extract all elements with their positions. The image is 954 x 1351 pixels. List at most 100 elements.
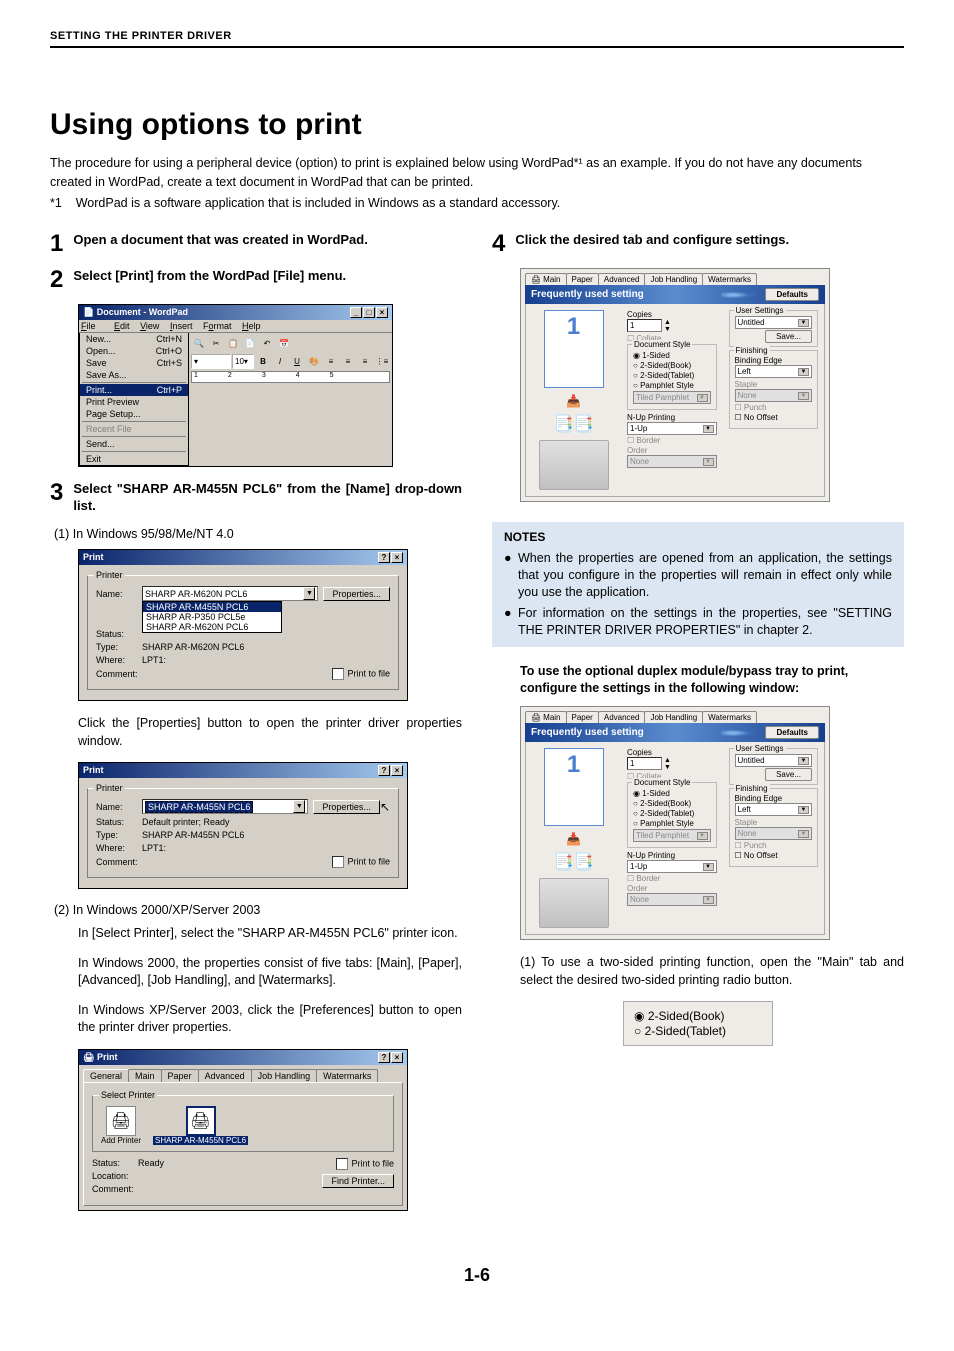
print-to-file-checkbox[interactable]: Print to file	[332, 668, 390, 680]
menu-help[interactable]: Help	[242, 321, 261, 331]
menu-edit[interactable]: Edit	[114, 321, 130, 331]
chevron-down-icon[interactable]: ▼	[703, 425, 714, 433]
tab-general[interactable]: General	[83, 1069, 129, 1082]
file-menu-dropdown[interactable]: New...Ctrl+N Open...Ctrl+O SaveCtrl+S Sa…	[79, 333, 189, 466]
help-icon[interactable]: ?	[378, 552, 390, 563]
printer-option[interactable]: SHARP AR-M455N PCL6	[143, 602, 281, 612]
nooffset-checkbox[interactable]: No Offset	[735, 413, 813, 422]
add-printer-icon[interactable]: 🖨	[106, 1106, 136, 1136]
radio-2sided-book[interactable]: 2-Sided(Book)	[633, 361, 711, 370]
radio-tablet[interactable]: 2-Sided(Tablet)	[634, 1024, 762, 1038]
italic-icon[interactable]: I	[272, 353, 288, 369]
props-tabs[interactable]: 🖨Main Paper Advanced Job Handling Waterm…	[525, 273, 825, 285]
bold-icon[interactable]: B	[255, 353, 271, 369]
tab-watermarks[interactable]: Watermarks	[702, 273, 757, 285]
menu-save[interactable]: SaveCtrl+S	[80, 357, 188, 369]
tab-advanced[interactable]: Advanced	[598, 273, 646, 285]
menu-preview[interactable]: Print Preview	[80, 396, 188, 408]
menu-format[interactable]: Format	[203, 321, 232, 331]
tab-jobhandling[interactable]: Job Handling	[644, 273, 703, 285]
radio-2sided-book[interactable]: 2-Sided(Book)	[633, 799, 711, 808]
printxp-tabs[interactable]: General Main Paper Advanced Job Handling…	[79, 1065, 407, 1082]
menu-print[interactable]: Print...Ctrl+P	[80, 384, 188, 396]
menu-open[interactable]: Open...Ctrl+O	[80, 345, 188, 357]
menu-file[interactable]: File	[81, 321, 104, 331]
tab-main[interactable]: 🖨Main	[525, 273, 567, 285]
spin-down-icon[interactable]: ▼	[664, 326, 671, 333]
properties-button[interactable]: Properties...	[323, 587, 390, 601]
chevron-down-icon[interactable]: ▼	[798, 319, 809, 327]
print-to-file-checkbox[interactable]: Print to file	[322, 1158, 394, 1170]
chevron-down-icon[interactable]: ▼	[293, 800, 305, 813]
spin-up-icon[interactable]: ▲	[664, 319, 671, 326]
spin-up-icon[interactable]: ▲	[664, 757, 671, 764]
printer-dropdown[interactable]: SHARP AR-M455N PCL6 SHARP AR-P350 PCL5e …	[142, 601, 282, 633]
tab-paper[interactable]: Paper	[566, 711, 599, 723]
radio-book[interactable]: 2-Sided(Book)	[634, 1009, 762, 1023]
menu-new[interactable]: New...Ctrl+N	[80, 333, 188, 345]
properties-button[interactable]: Properties...	[313, 800, 380, 814]
defaults-button[interactable]: Defaults	[765, 288, 819, 301]
tab-paper[interactable]: Paper	[161, 1069, 199, 1082]
copy-icon[interactable]: 📋	[225, 335, 241, 351]
window-buttons[interactable]: _□×	[349, 307, 388, 318]
radio-1sided[interactable]: 1-Sided	[633, 351, 711, 360]
radio-pamphlet[interactable]: Pamphlet Style	[633, 819, 711, 828]
save-button[interactable]: Save...	[765, 768, 812, 781]
nooffset-checkbox[interactable]: No Offset	[735, 851, 813, 860]
menu-exit[interactable]: Exit	[80, 453, 188, 465]
tab-main[interactable]: 🖨Main	[525, 711, 567, 723]
printer-name-combo[interactable]: SHARP AR-M620N PCL6▼ SHARP AR-M455N PCL6…	[142, 586, 318, 601]
tab-jobhandling[interactable]: Job Handling	[251, 1069, 318, 1082]
binding-combo[interactable]: Left▼	[735, 803, 813, 816]
close-icon[interactable]: ×	[391, 552, 403, 563]
props-tabs[interactable]: 🖨Main Paper Advanced Job Handling Waterm…	[525, 711, 825, 723]
align-right-icon[interactable]: ≡	[357, 353, 373, 369]
defaults-button[interactable]: Defaults	[765, 726, 819, 739]
nup-combo[interactable]: 1-Up▼	[627, 422, 717, 435]
tab-main[interactable]: Main	[128, 1069, 162, 1082]
printer-option[interactable]: SHARP AR-P350 PCL5e	[143, 612, 281, 622]
tab-watermarks[interactable]: Watermarks	[316, 1069, 378, 1082]
copies-spinner[interactable]: 1	[627, 757, 662, 770]
menu-view[interactable]: View	[140, 321, 159, 331]
minimize-icon[interactable]: _	[350, 307, 362, 318]
font-combo[interactable]: ▾	[191, 354, 231, 369]
radio-1sided[interactable]: 1-Sided	[633, 789, 711, 798]
find-printer-button[interactable]: Find Printer...	[322, 1174, 394, 1188]
selected-printer-icon[interactable]: 🖨	[186, 1106, 216, 1136]
copies-spinner[interactable]: 1	[627, 319, 662, 332]
wordpad-menubar[interactable]: File Edit View Insert Format Help	[79, 320, 392, 333]
underline-icon[interactable]: U	[289, 353, 305, 369]
menu-saveas[interactable]: Save As...	[80, 369, 188, 381]
close-icon[interactable]: ×	[391, 1052, 403, 1063]
chevron-down-icon[interactable]: ▼	[798, 368, 809, 376]
menu-insert[interactable]: Insert	[170, 321, 193, 331]
print-to-file-checkbox[interactable]: Print to file	[332, 856, 390, 868]
menu-pagesetup[interactable]: Page Setup...	[80, 408, 188, 420]
help-icon[interactable]: ?	[378, 765, 390, 776]
tab-advanced[interactable]: Advanced	[598, 711, 646, 723]
maximize-icon[interactable]: □	[363, 307, 375, 318]
datetime-icon[interactable]: 📅	[276, 335, 292, 351]
tab-jobhandling[interactable]: Job Handling	[644, 711, 703, 723]
tab-watermarks[interactable]: Watermarks	[702, 711, 757, 723]
paste-icon[interactable]: 📄	[242, 335, 258, 351]
close-icon[interactable]: ×	[391, 765, 403, 776]
save-button[interactable]: Save...	[765, 330, 812, 343]
help-icon[interactable]: ?	[378, 1052, 390, 1063]
align-left-icon[interactable]: ≡	[323, 353, 339, 369]
spin-down-icon[interactable]: ▼	[664, 764, 671, 771]
binding-combo[interactable]: Left▼	[735, 365, 813, 378]
close-icon[interactable]: ×	[376, 307, 388, 318]
radio-pamphlet[interactable]: Pamphlet Style	[633, 381, 711, 390]
align-center-icon[interactable]: ≡	[340, 353, 356, 369]
bullets-icon[interactable]: ⋮≡	[374, 353, 390, 369]
undo-icon[interactable]: ↶	[259, 335, 275, 351]
cut-icon[interactable]: ✂	[208, 335, 224, 351]
user-combo[interactable]: Untitled▼	[735, 316, 813, 329]
tab-advanced[interactable]: Advanced	[198, 1069, 252, 1082]
printer2k-name-combo[interactable]: SHARP AR-M455N PCL6▼	[142, 799, 308, 814]
radio-2sided-tablet[interactable]: 2-Sided(Tablet)	[633, 371, 711, 380]
nup-combo[interactable]: 1-Up▼	[627, 860, 717, 873]
